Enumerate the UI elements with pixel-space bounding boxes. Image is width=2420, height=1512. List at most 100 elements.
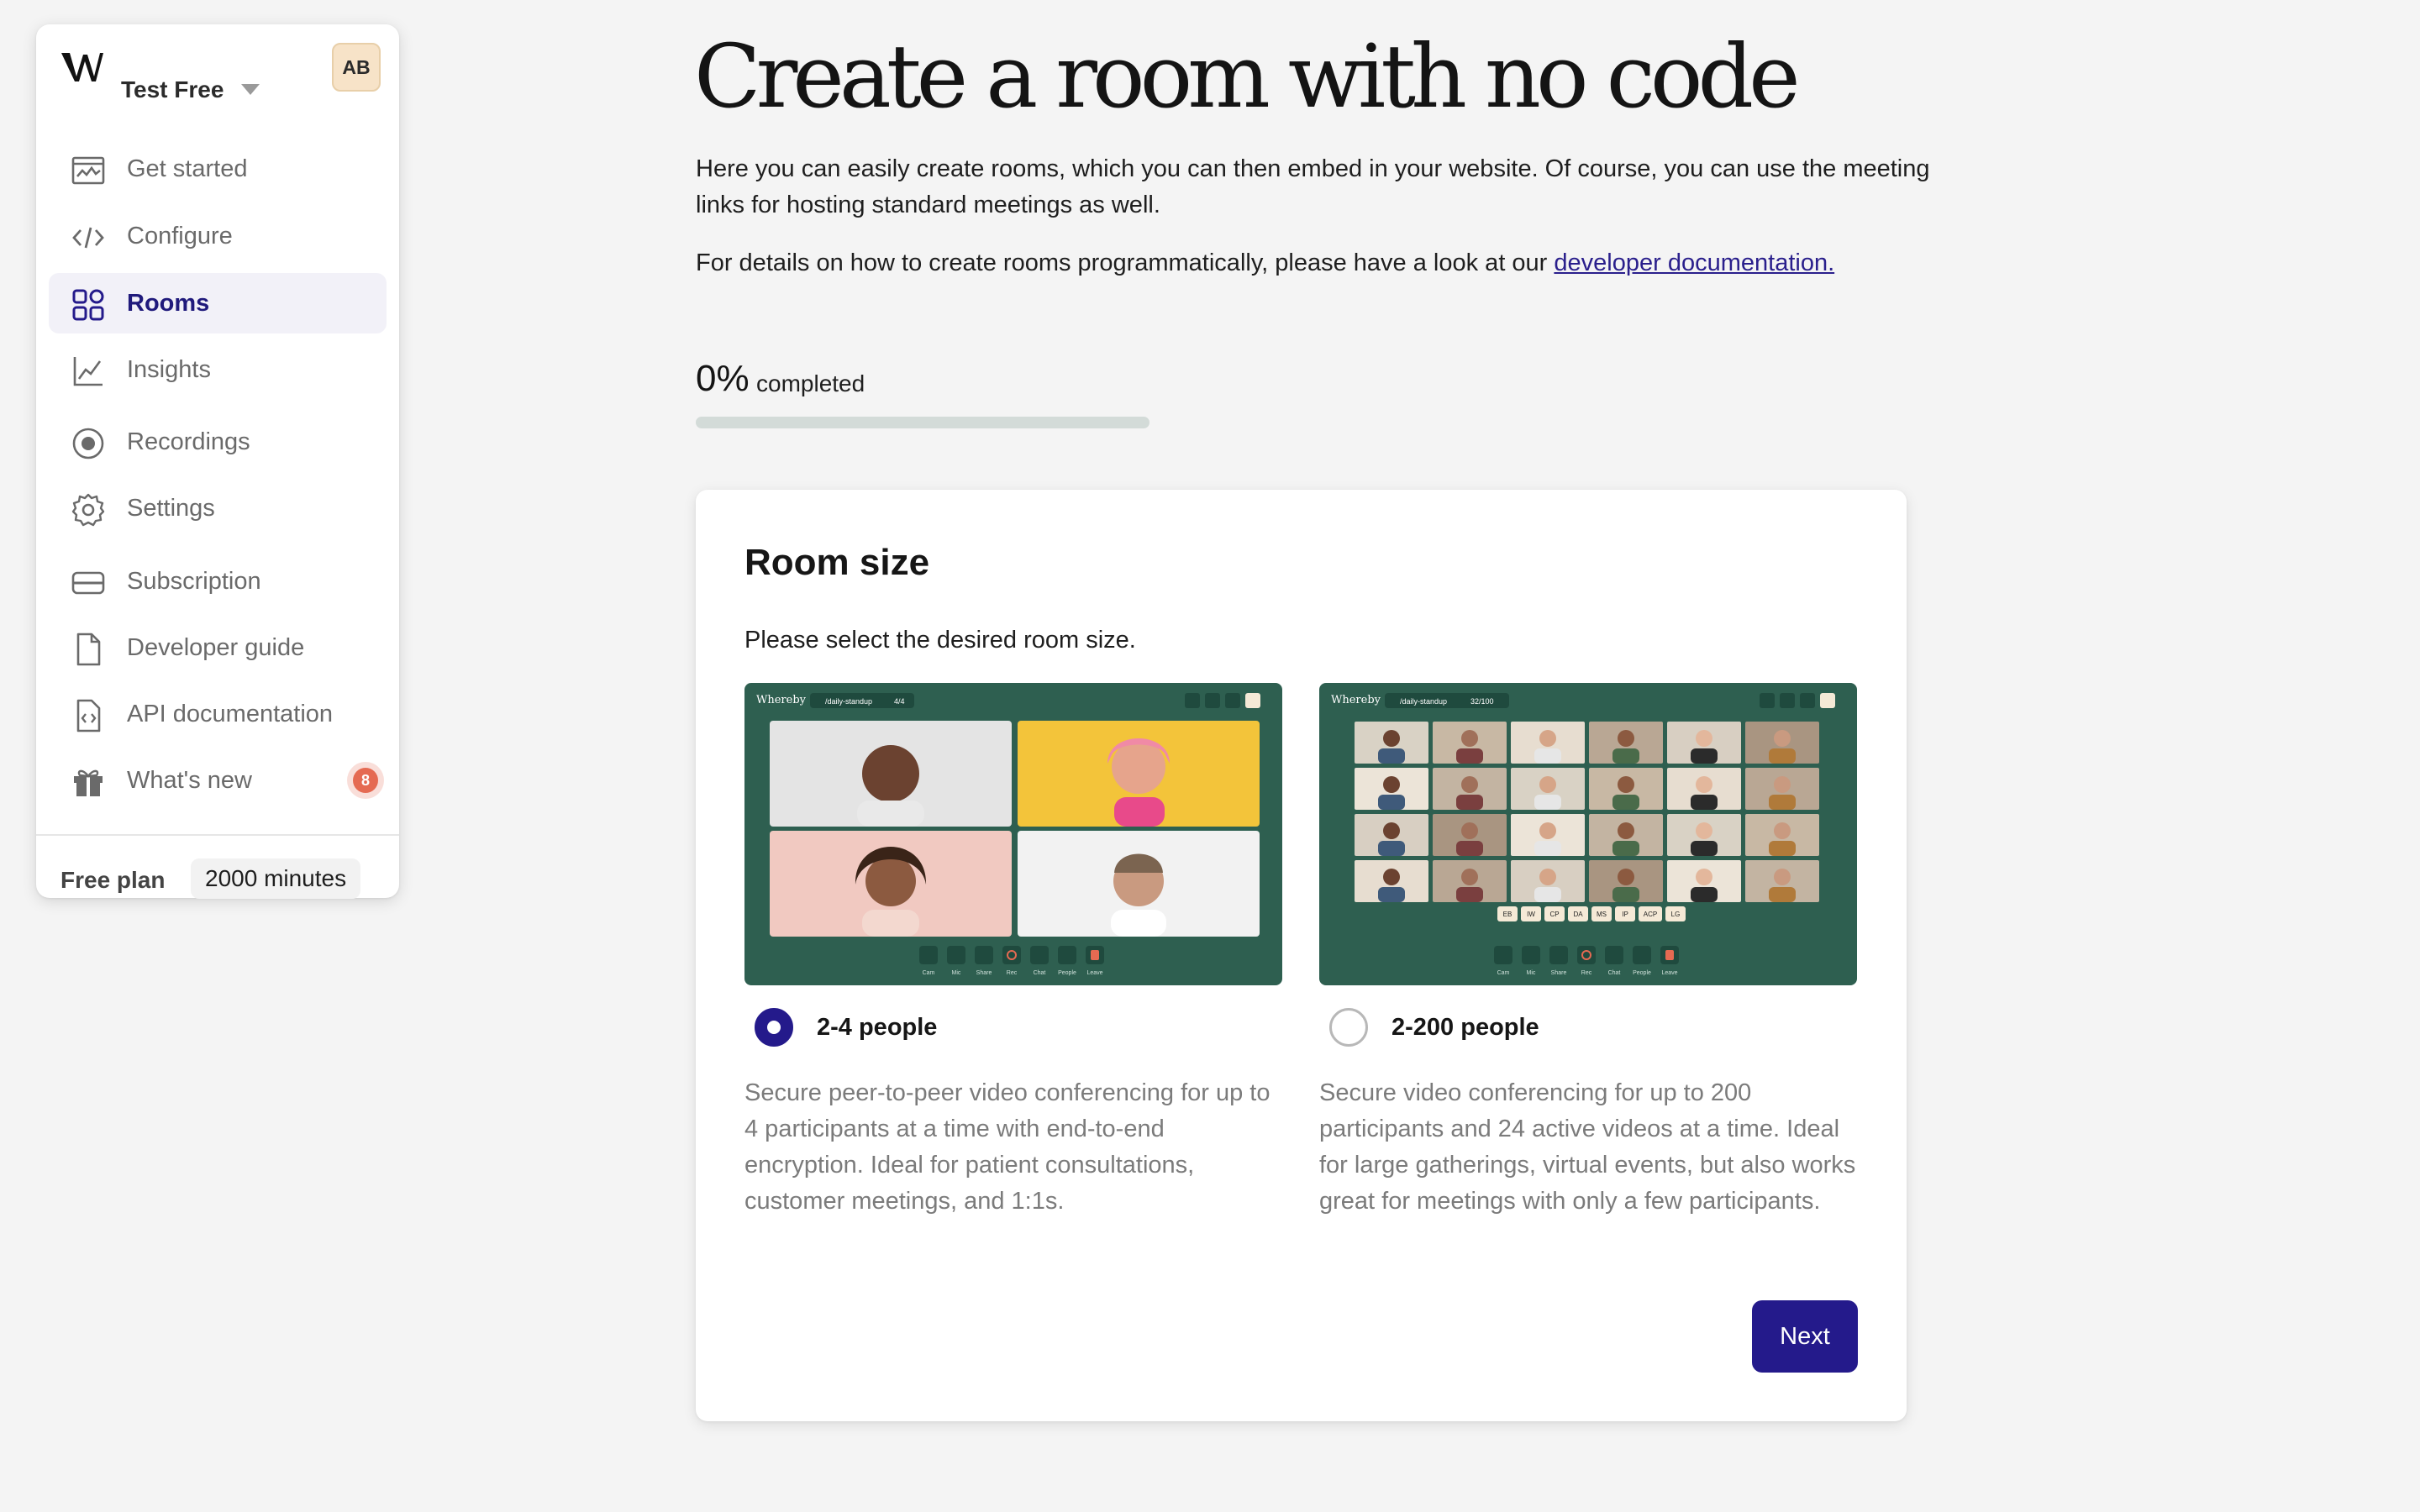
preview-room-name: /daily-standup	[1400, 697, 1447, 706]
card-subtitle: Please select the desired room size.	[744, 627, 1136, 654]
preview-room-name: /daily-standup	[825, 697, 872, 706]
next-button[interactable]: Next	[1752, 1300, 1858, 1373]
line-chart-icon	[73, 357, 103, 386]
notification-badge: 8	[353, 768, 378, 793]
participant-body	[1769, 795, 1796, 810]
participant-head	[1696, 776, 1712, 793]
preview-control-label: Cam	[923, 970, 935, 976]
preview-control-label: Leave	[1661, 970, 1677, 976]
participant-head	[1696, 730, 1712, 747]
participant-body	[1612, 795, 1639, 810]
participant-tag: ACP	[1644, 911, 1657, 918]
progress-label: completed	[756, 370, 865, 396]
participant-head	[1461, 822, 1478, 839]
sidebar-item-rooms[interactable]: Rooms	[49, 273, 387, 333]
participant-head	[1618, 822, 1634, 839]
participant-tag: LG	[1671, 911, 1681, 918]
chart-window-icon	[71, 156, 105, 185]
sidebar-item-label: Configure	[127, 223, 233, 249]
participant-body	[1378, 748, 1405, 764]
sidebar-item-whats-new[interactable]: What's new 8	[49, 750, 387, 811]
room-size-radio-large[interactable]	[1329, 1008, 1368, 1047]
sidebar-item-api-documentation[interactable]: API documentation	[49, 684, 387, 744]
chevron-down-icon[interactable]	[241, 84, 260, 95]
avatar[interactable]: AB	[332, 43, 381, 92]
room-preview-large[interactable]: Whereby /daily-standup 32/100 EB IW CP D…	[1319, 683, 1857, 985]
participant-tag: IW	[1527, 911, 1535, 918]
room-option-label: 2-200 people	[1392, 1014, 1539, 1041]
whereby-logo-icon	[61, 53, 103, 81]
participant-body	[1534, 795, 1561, 810]
room-option-small[interactable]: Whereby /daily-standup 4/4 Cam Mic Share…	[744, 683, 1282, 1215]
participant-head	[1774, 776, 1791, 793]
document-icon	[76, 633, 101, 666]
preview-room-count: 32/100	[1470, 697, 1494, 706]
minutes-pill: 2000 minutes	[191, 858, 361, 899]
preview-control-label: Leave	[1086, 970, 1102, 976]
room-size-radio-small[interactable]	[755, 1008, 793, 1047]
participant-head	[1383, 730, 1400, 747]
plan-label: Free plan	[60, 867, 166, 893]
sidebar-item-label: API documentation	[127, 701, 334, 727]
sidebar-item-insights[interactable]: Insights	[49, 339, 387, 400]
participant-tag: CP	[1549, 911, 1559, 918]
participant-head	[1696, 869, 1712, 885]
participant-body	[1691, 795, 1718, 810]
preview-control-label: Cam	[1497, 970, 1510, 976]
page-title: Create a room with no code	[694, 25, 1801, 128]
sidebar-item-settings[interactable]: Settings	[49, 478, 387, 538]
preview-control-label: Rec	[1007, 970, 1018, 976]
participant-head	[1618, 776, 1634, 793]
participant-body	[1691, 748, 1718, 764]
divider	[36, 834, 399, 836]
details-text: For details on how to create rooms progr…	[696, 249, 1834, 277]
sidebar-item-subscription[interactable]: Subscription	[49, 551, 387, 612]
participant-head	[1774, 730, 1791, 747]
grid-icon	[72, 289, 104, 321]
progress-percent: 0%	[696, 358, 750, 399]
room-preview-small[interactable]: Whereby /daily-standup 4/4 Cam Mic Share…	[744, 683, 1282, 985]
participant-head	[1461, 869, 1478, 885]
participant-body	[1612, 748, 1639, 764]
sidebar-item-label: What's new	[127, 767, 252, 794]
sidebar-item-recordings[interactable]: Recordings	[49, 412, 387, 472]
participant-body	[1612, 887, 1639, 902]
card-title: Room size	[744, 542, 930, 583]
preview-control-label: People	[1058, 970, 1076, 976]
participant-head	[1696, 822, 1712, 839]
sidebar-item-label: Developer guide	[127, 634, 305, 661]
participant-body	[1378, 887, 1405, 902]
participant-body	[1534, 748, 1561, 764]
participant-head	[1383, 776, 1400, 793]
participant-head	[1539, 776, 1556, 793]
room-option-description: Secure video conferencing for up to 200 …	[1319, 1079, 1856, 1215]
participant-head	[1461, 776, 1478, 793]
participant-tag: IP	[1622, 911, 1628, 918]
room-option-large[interactable]: Whereby /daily-standup 32/100 EB IW CP D…	[1319, 683, 1857, 1215]
participant-body	[1769, 887, 1796, 902]
code-icon	[72, 227, 104, 249]
preview-control-label: Mic	[952, 970, 961, 976]
participant-head	[1383, 869, 1400, 885]
participant-body	[1378, 795, 1405, 810]
details-prefix: For details on how to create rooms progr…	[696, 249, 1555, 276]
team-switcher[interactable]: Test Free AB	[36, 24, 399, 108]
participant-body	[1456, 887, 1483, 902]
sidebar-item-configure[interactable]: Configure	[49, 206, 387, 266]
sidebar-item-get-started[interactable]: Get started	[49, 139, 387, 199]
developer-documentation-link[interactable]: developer documentation.	[1554, 249, 1834, 276]
card-icon	[71, 571, 105, 595]
sidebar-item-developer-guide[interactable]: Developer guide	[49, 617, 387, 678]
participant-head	[1539, 822, 1556, 839]
preview-brand: Whereby	[1331, 694, 1381, 706]
preview-control-label: Share	[1551, 970, 1567, 976]
record-icon	[72, 428, 104, 459]
preview-control-label: Rec	[1581, 970, 1592, 976]
participant-body	[1534, 887, 1561, 902]
room-option-label: 2-4 people	[817, 1014, 938, 1041]
gift-icon	[74, 769, 103, 796]
participant-tag: DA	[1573, 911, 1583, 918]
participant-head	[1461, 730, 1478, 747]
participant-tag: EB	[1503, 911, 1512, 918]
participant-body	[1456, 795, 1483, 810]
